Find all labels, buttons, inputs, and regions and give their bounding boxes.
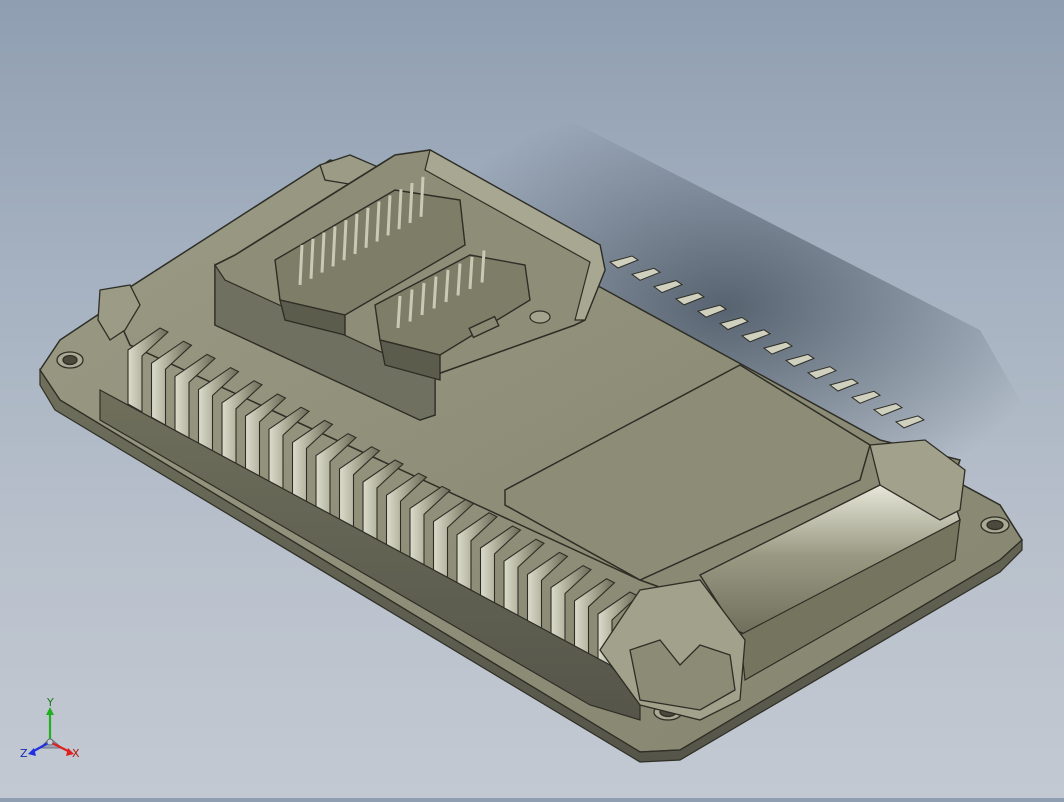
connector-pin	[309, 238, 315, 279]
view-orientation-triad[interactable]: Y X Z	[18, 696, 88, 770]
connector-pin	[456, 263, 462, 296]
connector-pin	[331, 226, 337, 267]
connector-pin	[364, 207, 370, 248]
axis-label-x: X	[72, 747, 80, 760]
axis-label-z: Z	[20, 747, 28, 760]
connector-pin	[408, 182, 414, 224]
connector-pin	[375, 201, 381, 242]
connector-pin	[298, 244, 304, 286]
connector-pin	[419, 176, 425, 217]
connector-pin	[342, 220, 348, 261]
connector-pin	[444, 269, 450, 303]
3d-viewport[interactable]: Y X Z	[0, 0, 1064, 798]
connector-pin	[353, 213, 359, 255]
connector-pin	[468, 256, 474, 290]
ecu-housing-model	[39, 95, 1060, 763]
connector-pin	[396, 295, 402, 329]
axis-label-y: Y	[47, 696, 54, 709]
connector-pin	[397, 189, 403, 230]
connector-pin	[408, 289, 414, 322]
connector-pin	[320, 232, 326, 273]
connector-pin	[480, 250, 486, 283]
connector-pin	[386, 195, 392, 236]
vent-boss	[529, 310, 551, 324]
connector-pin	[420, 282, 426, 316]
connector-pin	[432, 276, 438, 309]
